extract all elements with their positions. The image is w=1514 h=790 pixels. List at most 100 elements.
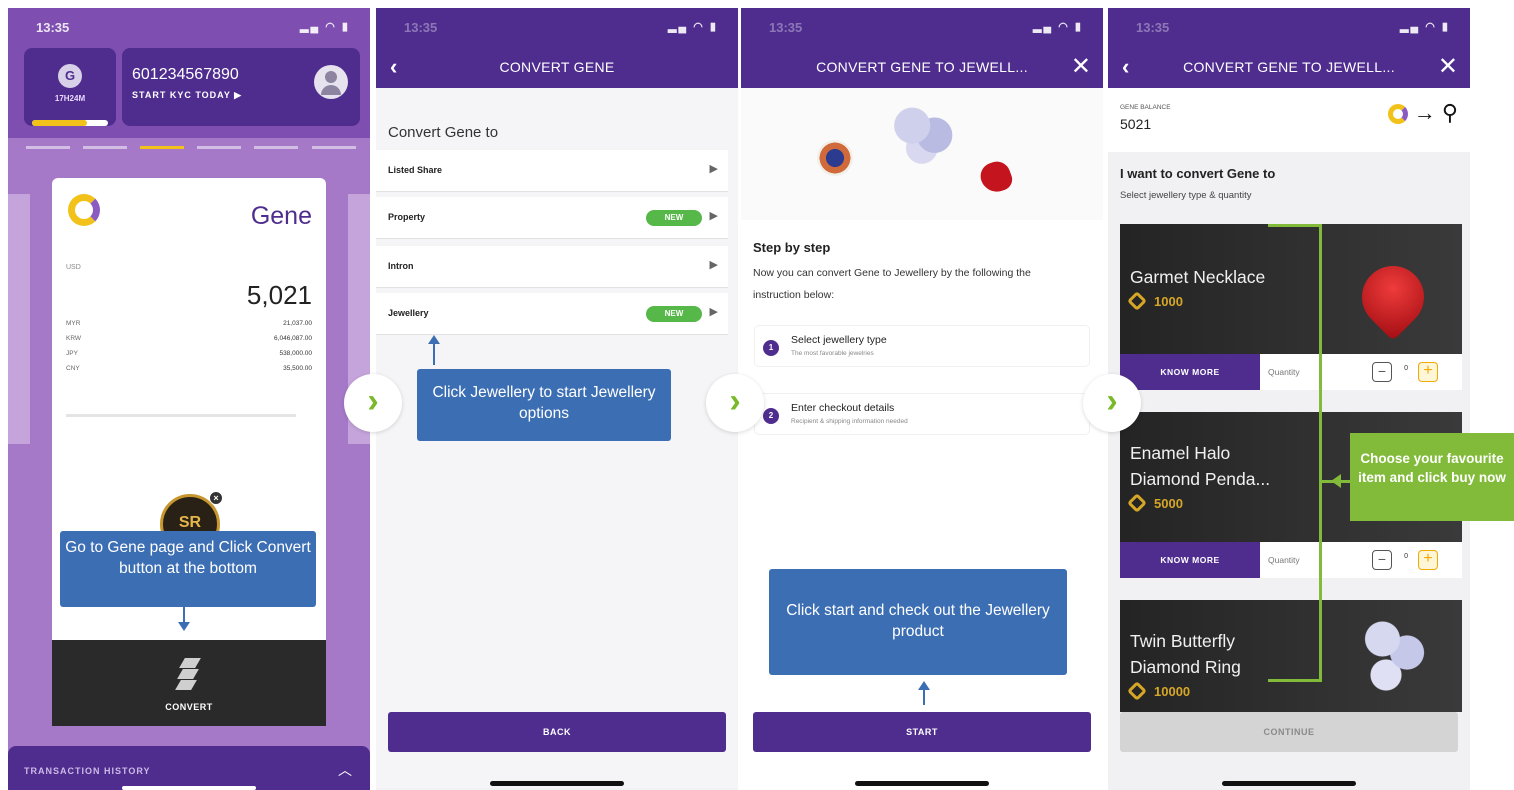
- gene-balance-label: GENE BALANCE: [1120, 104, 1171, 111]
- step-number: 2: [763, 408, 779, 424]
- signal-wifi-battery-icon: ▂▄ ◠ ▮: [1032, 21, 1083, 33]
- nav-title: CONVERT GENE TO JEWELL...: [816, 59, 1028, 75]
- section-title: I want to convert Gene to: [1120, 166, 1276, 181]
- chevron-right-icon: ▶: [709, 259, 718, 271]
- signal-wifi-battery-icon: ▂▄ ◠ ▮: [667, 21, 718, 33]
- close-icon[interactable]: ✕: [1438, 52, 1458, 81]
- option-label: Listed Share: [388, 165, 443, 175]
- chevron-right-icon: ▶: [709, 306, 718, 318]
- next-step-icon: ›: [1083, 374, 1141, 432]
- home-indicator: [1222, 781, 1356, 786]
- heart-necklace-image: [1349, 253, 1437, 341]
- carousel-indicator: [26, 146, 356, 150]
- convert-button[interactable]: CONVERT: [52, 640, 326, 726]
- rate-code: MYR: [66, 320, 81, 327]
- quantity-value: 0: [1404, 553, 1408, 560]
- option-label: Intron: [388, 261, 414, 271]
- gene-coin-icon: [1127, 291, 1147, 311]
- home-indicator: [122, 786, 256, 790]
- step-title: Enter checkout details: [791, 402, 895, 414]
- fine-print: [66, 414, 296, 417]
- know-more-button[interactable]: KNOW MORE: [1120, 354, 1260, 390]
- carousel-dot[interactable]: [254, 146, 298, 149]
- product-image: [1349, 244, 1437, 341]
- minus-button[interactable]: −: [1372, 550, 1392, 570]
- know-more-button[interactable]: KNOW MORE: [1120, 542, 1260, 578]
- option-label: Jewellery: [388, 308, 429, 318]
- product-price: 10000: [1127, 681, 1190, 701]
- transaction-history-bar[interactable]: TRANSACTION HISTORY ︿: [8, 746, 370, 790]
- gene-logo-icon: [68, 194, 100, 226]
- option-jewellery[interactable]: Jewellery NEW ▶: [376, 293, 728, 335]
- option-label: Property: [388, 212, 426, 222]
- jewellery-hero-image: [741, 88, 1103, 220]
- chevron-up-icon[interactable]: ︿: [338, 760, 352, 780]
- close-icon[interactable]: ✕: [1071, 52, 1091, 81]
- arrow-shaft: [433, 343, 435, 365]
- continue-button[interactable]: CONTINUE: [1120, 712, 1458, 752]
- carousel-dot-active[interactable]: [140, 146, 184, 149]
- account-card[interactable]: 601234567890 START KYC TODAY ▶: [122, 48, 360, 126]
- status-bar: 13:35 ▂▄ ◠ ▮: [8, 8, 370, 46]
- price-value: 5000: [1154, 496, 1183, 511]
- selection-bracket: [1268, 224, 1322, 682]
- tutorial-stage: 13:35 ▂▄ ◠ ▮ G 17H24M 601234567890 START…: [0, 0, 1514, 790]
- back-button[interactable]: BACK: [388, 712, 726, 752]
- arrow-shaft: [923, 689, 925, 705]
- step-item: 2 Enter checkout details Recipient & shi…: [755, 394, 1089, 434]
- rate-value: 6,046,087.00: [274, 335, 312, 342]
- plus-button[interactable]: +: [1418, 362, 1438, 382]
- next-step-icon: ›: [706, 374, 764, 432]
- close-icon[interactable]: ×: [209, 491, 223, 505]
- status-bar: 13:35 ▂▄ ◠ ▮: [741, 8, 1103, 46]
- option-intron[interactable]: Intron ▶: [376, 246, 728, 288]
- section-subtitle: Select jewellery type & quantity: [1120, 190, 1252, 201]
- plus-button[interactable]: +: [1418, 550, 1438, 570]
- nav-bar: CONVERT GENE TO JEWELL... ✕: [741, 46, 1103, 88]
- signal-wifi-battery-icon: ▂▄ ◠ ▮: [1399, 21, 1450, 33]
- flower-ring-image: [893, 100, 957, 164]
- rate-row: JPY 538,000.00: [66, 350, 312, 365]
- timer-progress-fill: [32, 120, 87, 126]
- previous-card-peek[interactable]: [8, 194, 30, 444]
- carousel-dot[interactable]: [83, 146, 127, 149]
- step-subtitle: Recipient & shipping information needed: [791, 418, 908, 425]
- brooch-image: [817, 140, 853, 176]
- start-kyc-link[interactable]: START KYC TODAY ▶: [132, 90, 242, 101]
- step-item: 1 Select jewellery type The most favorab…: [755, 326, 1089, 366]
- carousel-dot[interactable]: [312, 146, 356, 149]
- account-number: 601234567890: [132, 66, 239, 83]
- status-bar: 13:35 ▂▄ ◠ ▮: [376, 8, 738, 46]
- carousel-dot[interactable]: [197, 146, 241, 149]
- gene-card-title: Gene: [250, 202, 312, 230]
- gene-page-screen: 13:35 ▂▄ ◠ ▮ G 17H24M 601234567890 START…: [8, 8, 370, 790]
- rate-value: 21,037.00: [283, 320, 312, 327]
- instruction-callout: Click Jewellery to start Jewellery optio…: [417, 369, 671, 441]
- transaction-history-label: TRANSACTION HISTORY: [24, 766, 151, 776]
- start-button[interactable]: START: [753, 712, 1091, 752]
- arrow-left-icon: [1331, 474, 1341, 488]
- product-price: 5000: [1127, 493, 1183, 513]
- chevron-right-icon: ▶: [709, 210, 718, 222]
- timer-progress-bar: [32, 120, 108, 126]
- step-by-step-title: Step by step: [753, 240, 831, 255]
- carousel-dot[interactable]: [26, 146, 70, 149]
- product-image: [1358, 608, 1428, 702]
- rate-code: CNY: [66, 365, 80, 372]
- step-title: Select jewellery type: [791, 334, 887, 346]
- step-by-step-text: Now you can convert Gene to Jewellery by…: [753, 267, 1031, 301]
- avatar[interactable]: [314, 65, 348, 99]
- nav-title: CONVERT GENE: [499, 59, 615, 75]
- step-subtitle: The most favorable jewelries: [791, 350, 874, 357]
- minus-button[interactable]: −: [1372, 362, 1392, 382]
- instruction-callout: Choose your favourite item and click buy…: [1350, 433, 1514, 521]
- butterfly-ring-image: [1358, 612, 1428, 702]
- nav-title: CONVERT GENE TO JEWELL...: [1183, 59, 1395, 75]
- gene-coin-icon: [1127, 681, 1147, 701]
- gene-timer-card[interactable]: G 17H24M: [24, 48, 116, 126]
- option-property[interactable]: Property NEW ▶: [376, 197, 728, 239]
- convert-icon: [172, 656, 206, 692]
- option-listed-share[interactable]: Listed Share ▶: [376, 150, 728, 192]
- rate-row: MYR 21,037.00: [66, 320, 312, 335]
- step-number: 1: [763, 340, 779, 356]
